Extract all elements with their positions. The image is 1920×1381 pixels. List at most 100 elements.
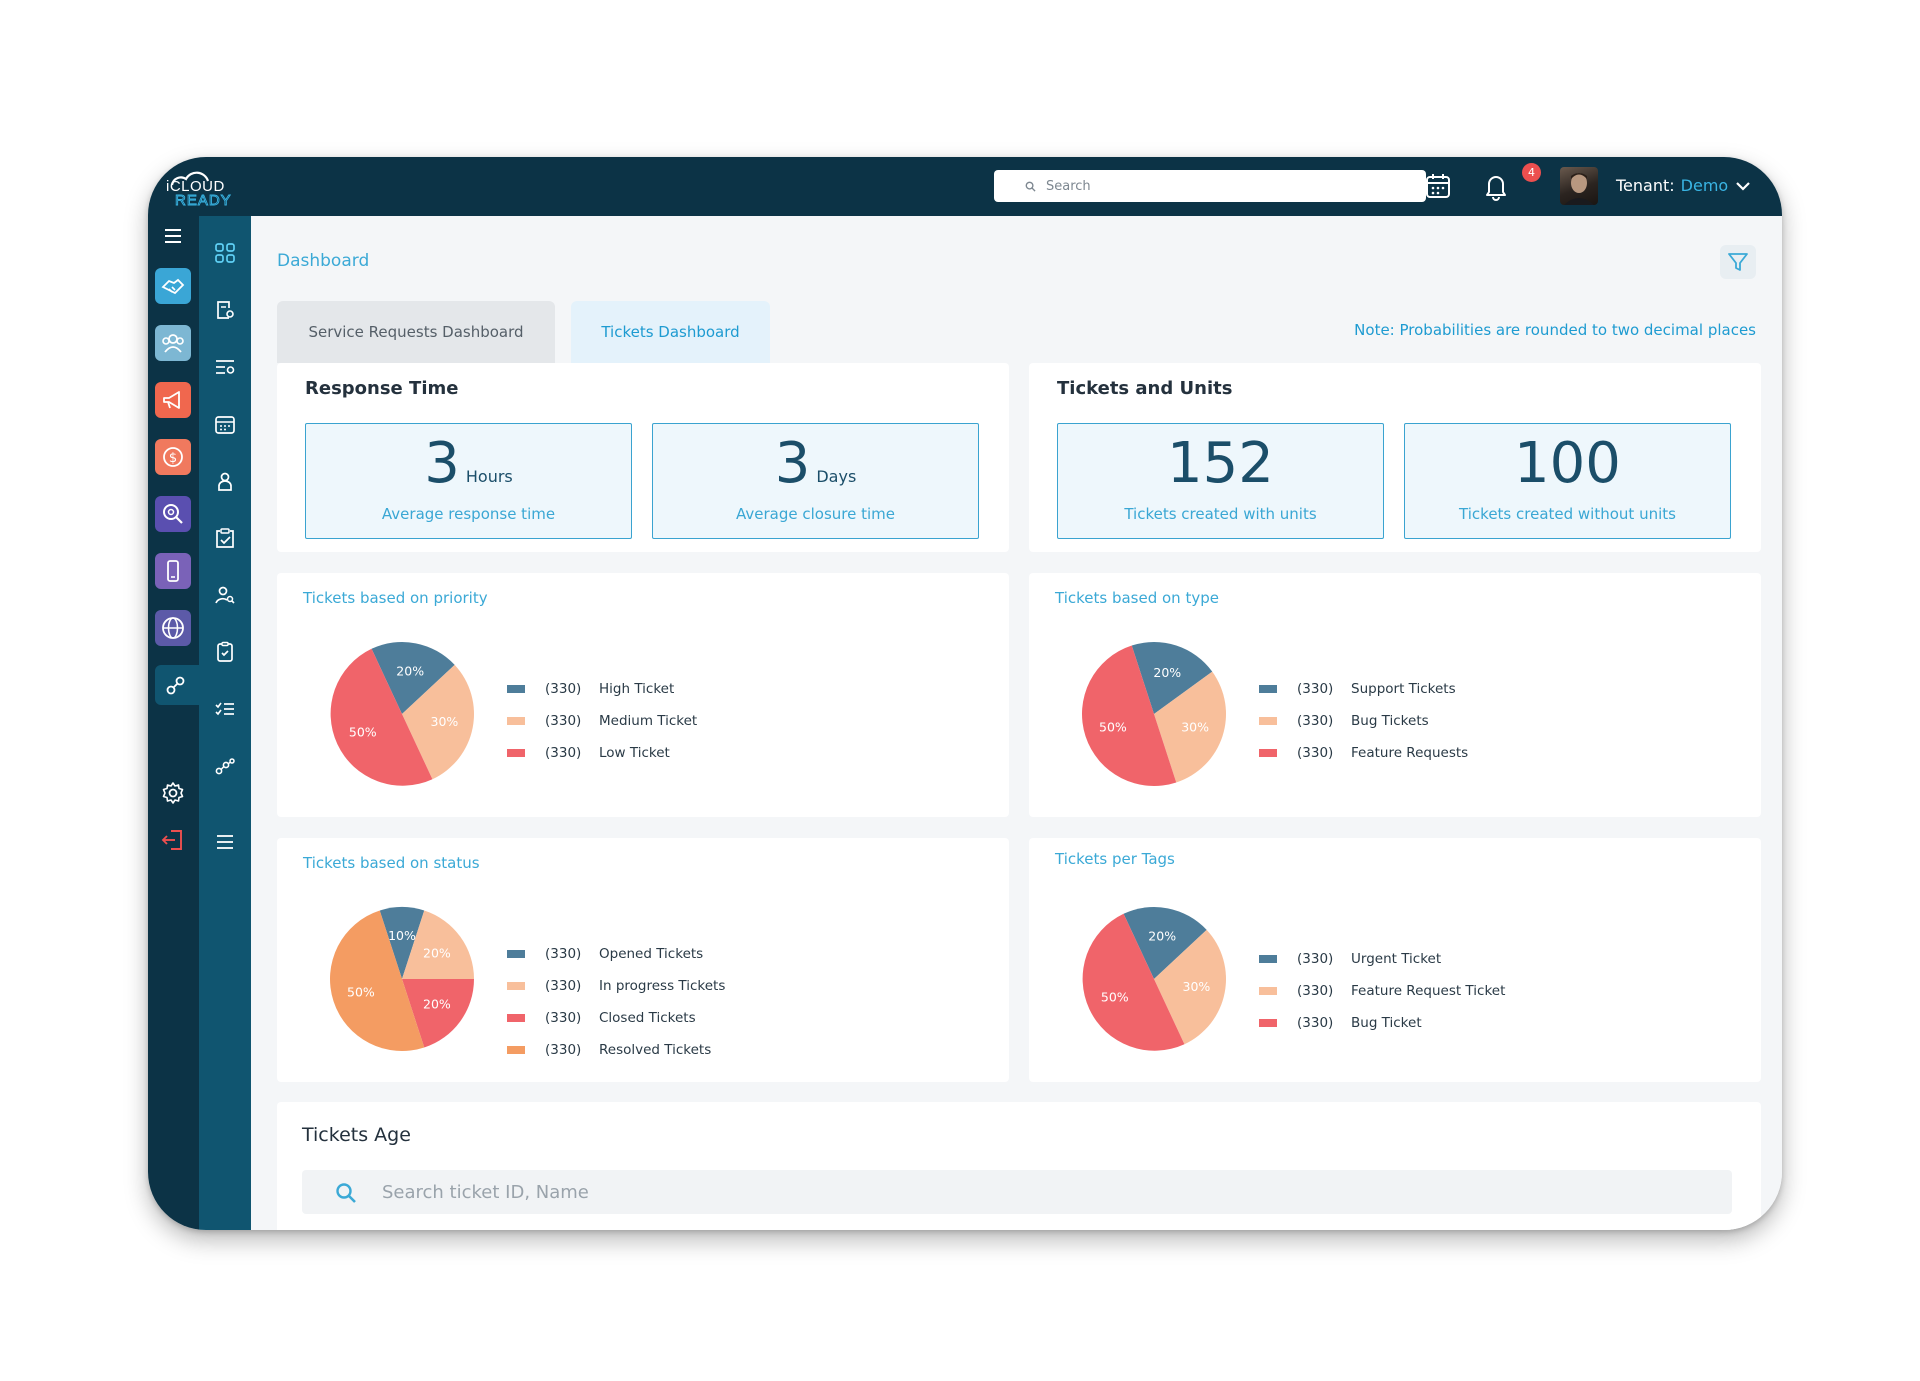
global-search[interactable]	[994, 170, 1426, 202]
logout-icon	[161, 830, 182, 850]
legend-item[interactable]: (330) Bug Ticket	[1259, 1007, 1505, 1039]
legend-label: Bug Ticket	[1351, 1015, 1422, 1031]
filter-button[interactable]	[1720, 245, 1756, 279]
pie-slice-label: 20%	[1153, 665, 1181, 680]
legend-label: Feature Request Ticket	[1351, 983, 1506, 999]
document-gear-icon	[217, 301, 234, 319]
stat-caption: Tickets created with units	[1124, 505, 1317, 523]
list-gear-icon	[216, 360, 235, 374]
breadcrumb[interactable]: Dashboard	[277, 251, 369, 271]
legend-label: Resolved Tickets	[599, 1042, 712, 1058]
legend-item[interactable]: (330) Feature Request Ticket	[1259, 975, 1505, 1007]
notifications-button[interactable]	[1480, 169, 1512, 203]
menu-toggle[interactable]	[155, 218, 191, 254]
settings-button[interactable]	[155, 775, 191, 811]
nav-tasks[interactable]	[213, 526, 237, 550]
legend-label: Low Ticket	[599, 745, 670, 761]
legend-count: (330)	[1297, 951, 1334, 967]
legend-item[interactable]: (330) Support Tickets	[1259, 673, 1468, 705]
dollar-coin-icon: $	[163, 447, 183, 467]
module-service-desk[interactable]	[155, 268, 191, 304]
priority-pie-chart: 20% 30% 50%	[330, 642, 474, 786]
legend-label: Closed Tickets	[599, 1010, 696, 1026]
stat-unit: Days	[816, 467, 857, 486]
module-marketing[interactable]	[155, 382, 191, 418]
nav-todo-list[interactable]	[213, 697, 237, 721]
legend-count: (330)	[1297, 983, 1334, 999]
legend-count: (330)	[1297, 713, 1334, 729]
legend-item[interactable]: (330) High Ticket	[507, 673, 697, 705]
legend-count: (330)	[545, 978, 582, 994]
legend-item[interactable]: (330) Low Ticket	[507, 737, 697, 769]
stat-caption: Tickets created without units	[1459, 505, 1676, 523]
module-users[interactable]	[155, 325, 191, 361]
workflow-icon	[166, 676, 185, 695]
legend-count: (330)	[545, 1042, 582, 1058]
legend-label: Medium Ticket	[599, 713, 698, 729]
user-avatar[interactable]	[1560, 167, 1598, 205]
legend-item[interactable]: (330) Resolved Tickets	[507, 1034, 725, 1066]
pie-slice-label: 50%	[1101, 989, 1129, 1004]
pie-slice-label: 50%	[349, 724, 377, 739]
logout-button[interactable]	[155, 822, 191, 858]
pie-slice-label: 20%	[423, 946, 451, 961]
tags-chart-card: Tickets per Tags 20% 30% 50% (330) Urgent T…	[1029, 838, 1761, 1082]
calendar-icon	[215, 416, 235, 434]
legend-item[interactable]: (330) Closed Tickets	[507, 1002, 725, 1034]
nav-checklist[interactable]	[213, 640, 237, 664]
stat-average-closure-time: 3 Days Average closure time	[652, 423, 979, 539]
nav-list-settings[interactable]	[213, 355, 237, 379]
globe-icon	[162, 617, 184, 639]
legend-swatch	[507, 1014, 525, 1022]
legend-label: Feature Requests	[1351, 745, 1469, 761]
cloud-ready-logo[interactable]: iCLOUD READY	[162, 165, 244, 209]
hamburger-icon	[165, 229, 181, 243]
nav-ticket-settings[interactable]	[213, 298, 237, 322]
search-input[interactable]	[1024, 178, 1426, 194]
checklist-icon	[215, 702, 234, 716]
nav-agents[interactable]	[213, 583, 237, 607]
type-pie-chart: 20% 30% 50%	[1081, 641, 1227, 787]
legend-count: (330)	[1297, 681, 1334, 697]
svg-text:READY: READY	[175, 192, 232, 209]
ticket-search-input[interactable]	[382, 1170, 1682, 1214]
legend-swatch	[507, 982, 525, 990]
nav-more[interactable]	[213, 830, 237, 854]
legend-count: (330)	[1297, 1015, 1334, 1031]
nav-workflows[interactable]	[213, 754, 237, 778]
tab-service-requests-dashboard[interactable]: Service Requests Dashboard	[277, 301, 555, 363]
pie-slice-label: 50%	[1099, 719, 1127, 734]
card-title: Response Time	[305, 378, 459, 399]
tenant-selector[interactable]: Tenant: Demo	[1616, 176, 1752, 195]
legend-item[interactable]: (330) Opened Tickets	[507, 938, 725, 970]
search-icon	[1025, 181, 1036, 192]
module-mobile[interactable]	[155, 553, 191, 589]
pie-slice-label: 10%	[388, 928, 416, 943]
ticket-search[interactable]	[302, 1170, 1732, 1214]
calendar-button[interactable]	[1422, 169, 1454, 203]
legend-item[interactable]: (330) Medium Ticket	[507, 705, 697, 737]
stat-average-response-time: 3 Hours Average response time	[305, 423, 632, 539]
module-billing[interactable]: $	[155, 439, 191, 475]
nav-contacts[interactable]	[213, 469, 237, 493]
nav-calendar[interactable]	[213, 412, 237, 436]
handshake-icon	[161, 278, 185, 295]
tickets-units-card: Tickets and Units 152 Tickets created wi…	[1029, 363, 1761, 552]
user-photo-icon	[1564, 173, 1594, 205]
legend-item[interactable]: (330) Bug Tickets	[1259, 705, 1468, 737]
nav-dashboard[interactable]	[213, 241, 237, 265]
module-search-analytics[interactable]	[155, 496, 191, 532]
tags-legend: (330) Urgent Ticket (330) Feature Request T…	[1259, 943, 1505, 1039]
legend-item[interactable]: (330) Urgent Ticket	[1259, 943, 1505, 975]
tab-tickets-dashboard[interactable]: Tickets Dashboard	[571, 301, 770, 363]
module-web[interactable]	[155, 610, 191, 646]
legend-item[interactable]: (330) Feature Requests	[1259, 737, 1468, 769]
legend-swatch	[1259, 717, 1277, 725]
legend-swatch	[1259, 955, 1277, 963]
status-chart-card: Tickets based on status 10% 20% 20% 50% (33…	[277, 838, 1009, 1082]
module-ticketing[interactable]	[155, 665, 199, 705]
legend-item[interactable]: (330) In progress Tickets	[507, 970, 725, 1002]
status-legend: (330) Opened Tickets (330) In progress Tick…	[507, 938, 725, 1066]
stat-unit: Hours	[465, 467, 513, 486]
chart-title: Tickets per Tags	[1055, 850, 1175, 868]
